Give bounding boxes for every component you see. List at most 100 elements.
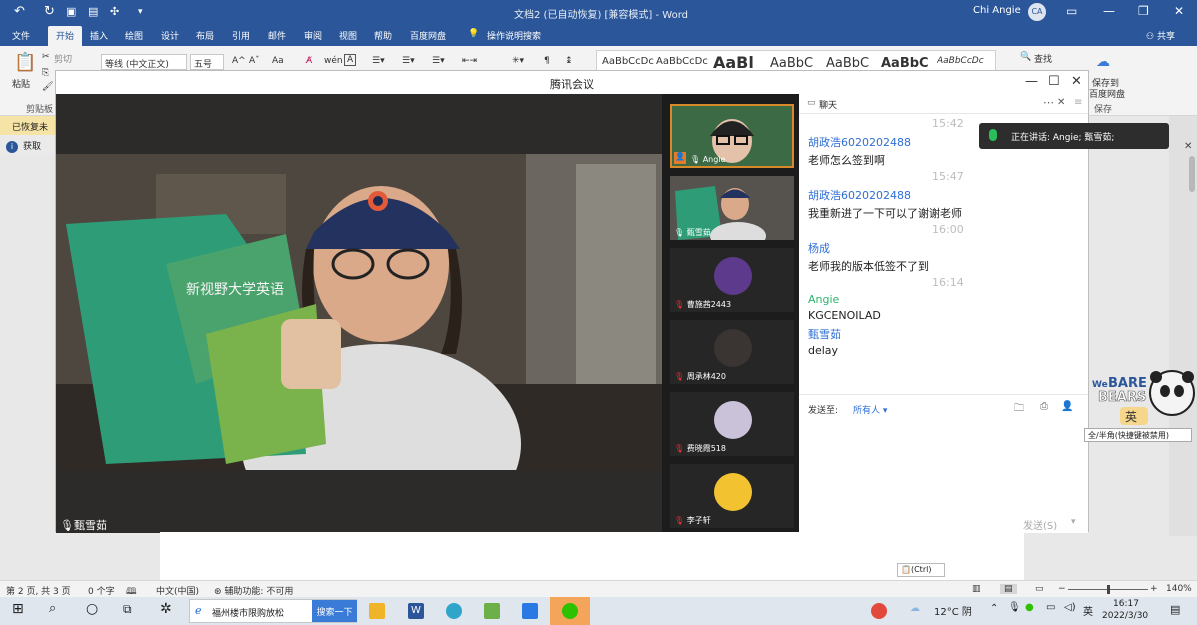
tab-review[interactable]: 审阅 xyxy=(304,29,322,42)
edge-browser-icon[interactable] xyxy=(446,603,462,619)
close-icon[interactable]: ✕ xyxy=(1174,4,1184,18)
message-sender[interactable]: 胡政浩6020202488 xyxy=(808,187,911,203)
search-icon[interactable]: ⌕ xyxy=(49,601,65,617)
screenshot-icon[interactable]: ⎙ xyxy=(1040,401,1048,412)
ime-mode[interactable]: 英 xyxy=(1125,410,1137,424)
cut-icon[interactable]: ✂ xyxy=(42,52,50,62)
wechat-taskbar-item[interactable] xyxy=(550,597,590,625)
avatar[interactable]: CA xyxy=(1028,3,1046,21)
style-no-spacing[interactable]: AaBbCcDc xyxy=(656,56,708,67)
participant-tile[interactable]: 🎙 费晓霞518 xyxy=(670,392,794,456)
copy-icon[interactable]: ⎘ xyxy=(42,68,49,78)
phonetic-icon[interactable]: wén xyxy=(324,56,343,66)
windows-start-icon[interactable]: ⊞ xyxy=(12,601,28,617)
send-options-icon[interactable]: ▾ xyxy=(1071,517,1076,527)
message-sender[interactable]: 胡政浩6020202488 xyxy=(808,134,911,150)
meeting-close-icon[interactable]: ✕ xyxy=(1071,74,1082,89)
send-to-select[interactable]: 所有人 ▾ xyxy=(853,403,887,416)
search-suggestion[interactable]: 福州楼市限购放松 xyxy=(212,606,284,619)
tray-app-icon[interactable] xyxy=(871,603,887,619)
zoom-out-icon[interactable]: − xyxy=(1058,584,1066,594)
tab-file[interactable]: 文件 xyxy=(12,29,30,42)
shrink-font-icon[interactable]: Aˇ xyxy=(249,56,260,66)
bullets-icon[interactable]: ☰▾ xyxy=(372,56,385,66)
accessibility-status[interactable]: ⊛ 辅助功能: 不可用 xyxy=(214,584,293,597)
message-sender[interactable]: 甄雪茹 xyxy=(808,326,841,342)
zoom-slider-thumb[interactable] xyxy=(1107,585,1110,594)
tencent-meeting-icon[interactable] xyxy=(522,603,538,619)
chat-input[interactable] xyxy=(799,419,1088,499)
font-name-select[interactable]: 等线 (中文正文) xyxy=(101,54,187,70)
tab-baidu-netdisk[interactable]: 百度网盘 xyxy=(410,29,446,42)
save-icon[interactable]: ▣ xyxy=(66,5,76,18)
sort-icon[interactable]: ✳▾ xyxy=(512,56,524,66)
meeting-minimize-icon[interactable]: — xyxy=(1025,74,1038,89)
vertical-scrollbar[interactable] xyxy=(1189,156,1195,192)
style-subtitle[interactable]: AaBbC xyxy=(881,56,929,71)
participant-tile[interactable]: 👤 🎙 Angie xyxy=(670,104,794,168)
message-sender[interactable]: 杨成 xyxy=(808,240,830,256)
store-icon[interactable] xyxy=(484,603,500,619)
tab-help[interactable]: 帮助 xyxy=(374,29,392,42)
language-status[interactable]: 中文(中国) xyxy=(156,584,199,597)
tab-view[interactable]: 视图 xyxy=(339,29,357,42)
customize-icon[interactable]: ✣ xyxy=(110,5,119,18)
paste-icon[interactable]: 📋 xyxy=(14,52,36,73)
paste-button[interactable]: 粘贴 xyxy=(12,77,30,90)
ribbon-options-icon[interactable]: ▭ xyxy=(1066,4,1077,18)
tab-mailings[interactable]: 邮件 xyxy=(268,29,286,42)
close-info-icon[interactable]: ✕ xyxy=(1184,141,1192,152)
char-border-icon[interactable]: A xyxy=(344,54,357,66)
page-count[interactable]: 第 2 页, 共 3 页 xyxy=(6,584,71,597)
clock-time[interactable]: 16:17 xyxy=(1113,599,1139,609)
tab-home[interactable]: 开始 xyxy=(48,26,83,47)
clear-format-icon[interactable]: A̸ xyxy=(306,56,312,66)
chat-close-icon[interactable]: ✕ xyxy=(1057,97,1065,108)
participant-tile[interactable]: 🎙 李子轩 xyxy=(670,464,794,528)
undo-icon[interactable]: ↶ xyxy=(14,4,25,19)
more-icon[interactable]: ⋯ xyxy=(1043,96,1054,109)
share-button[interactable]: ⚇ 共享 xyxy=(1146,29,1175,42)
multilevel-icon[interactable]: ☰▾ xyxy=(432,56,445,66)
document-page[interactable] xyxy=(160,532,1024,580)
mic-tray-icon[interactable]: 🎙 xyxy=(1008,602,1021,613)
tab-layout[interactable]: 布局 xyxy=(196,29,214,42)
word-icon[interactable]: W xyxy=(408,603,424,619)
permission-icon[interactable]: 👤 xyxy=(1061,401,1073,412)
quick-access-dropdown-icon[interactable]: ▾ xyxy=(138,7,143,17)
send-button[interactable]: 发送(S) xyxy=(1023,517,1057,532)
chat-menu-icon[interactable]: ≡ xyxy=(1074,97,1082,108)
meeting-maximize-icon[interactable]: ☐ xyxy=(1048,74,1060,89)
zoom-level[interactable]: 140% xyxy=(1166,584,1192,594)
network-icon[interactable]: ▭ xyxy=(1046,602,1055,613)
style-heading2[interactable]: AaBbC xyxy=(770,56,813,71)
volume-icon[interactable]: ◁) xyxy=(1064,602,1076,613)
ime-indicator[interactable]: 英 xyxy=(1083,603,1093,618)
participant-tile[interactable]: 🎙 甄雪茹 xyxy=(670,176,794,250)
participant-tile[interactable]: 🎙 曹施茜2443 xyxy=(670,248,794,312)
zoom-in-icon[interactable]: + xyxy=(1150,584,1158,594)
taskbar-search-box[interactable]: ℯ 福州楼市限购放松 搜索一下 xyxy=(189,599,357,623)
font-size-select[interactable]: 五号 xyxy=(190,54,224,70)
tab-draw[interactable]: 绘图 xyxy=(125,29,143,42)
file-explorer-icon[interactable] xyxy=(369,603,385,619)
paste-options-button[interactable]: 📋(Ctrl) xyxy=(897,563,945,577)
cut-button[interactable]: 剪切 xyxy=(54,52,72,65)
minimize-icon[interactable]: — xyxy=(1103,4,1115,18)
tab-design[interactable]: 设计 xyxy=(161,29,179,42)
line-spacing-icon[interactable]: ↨ xyxy=(565,56,573,66)
cortana-icon[interactable]: ○ xyxy=(86,601,102,617)
print-preview-icon[interactable]: ▤ xyxy=(88,5,98,18)
style-normal[interactable]: AaBbCcDc xyxy=(602,56,654,67)
tray-wechat-icon[interactable]: ● xyxy=(1025,602,1034,613)
paragraph-mark-icon[interactable]: ¶ xyxy=(544,56,550,66)
file-icon[interactable]: 🗀 xyxy=(1014,401,1024,418)
tray-overflow-icon[interactable]: ⌃ xyxy=(990,603,998,614)
notification-icon[interactable]: ▤ xyxy=(1170,603,1180,616)
baidu-netdisk-icon[interactable]: ☁ xyxy=(1096,54,1110,70)
restore-icon[interactable]: ❐ xyxy=(1138,4,1149,18)
widget-icon[interactable]: ✲ xyxy=(160,601,176,617)
redo-icon[interactable]: ↻ xyxy=(44,4,55,19)
tab-insert[interactable]: 插入 xyxy=(90,29,108,42)
participant-tile[interactable]: 🎙 周承林420 xyxy=(670,320,794,384)
